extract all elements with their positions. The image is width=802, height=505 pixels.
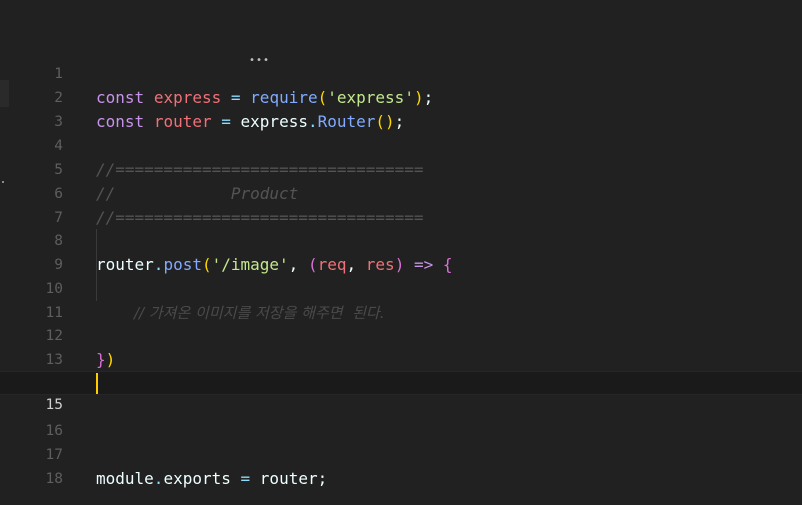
code-line-2[interactable]: 2 const router = express.Router(); xyxy=(0,62,802,131)
code-line-4[interactable]: 4 //================================ xyxy=(0,110,802,179)
code-line-11[interactable]: 11 xyxy=(0,277,802,321)
identifier-token: module xyxy=(96,469,154,488)
code-line-13[interactable]: 13 xyxy=(0,324,802,368)
code-line-14[interactable]: 14 xyxy=(0,348,802,392)
code-line-3[interactable]: 3 xyxy=(0,86,802,130)
code-line-16[interactable]: 16 xyxy=(0,395,802,439)
code-line-1[interactable]: 1 const express = require('express'); xyxy=(0,38,802,107)
code-line-18[interactable]: 18 xyxy=(0,443,802,487)
semicolon-token: ; xyxy=(317,469,328,488)
operator-token: . xyxy=(153,469,164,488)
code-line-7[interactable]: 7 xyxy=(0,182,802,226)
code-line-6[interactable]: 6 //================================ xyxy=(0,158,802,227)
code-line-17[interactable]: 17 module.exports = router; xyxy=(0,419,802,488)
code-line-8[interactable]: 8 router.post('/image', (req, res) => { xyxy=(0,205,802,274)
code-editor[interactable]: 1 const express = require('express'); ••… xyxy=(0,0,802,505)
identifier-token: router xyxy=(259,469,318,488)
operator-token: = xyxy=(240,469,251,488)
code-line-9[interactable]: 9 xyxy=(0,229,802,273)
property-token: exports xyxy=(163,469,231,488)
text-cursor xyxy=(96,373,98,394)
line-content[interactable]: module.exports = router; xyxy=(96,467,327,491)
code-line-5[interactable]: 5 // Product xyxy=(0,134,802,203)
code-line-10[interactable]: 10 // 가져온 이미지를 저장을 해주면 된다. xyxy=(0,253,802,322)
code-line-15-current[interactable]: 15 xyxy=(0,371,802,413)
code-line-12[interactable]: 12 }) xyxy=(0,300,802,369)
line-number: 18 xyxy=(45,471,63,487)
